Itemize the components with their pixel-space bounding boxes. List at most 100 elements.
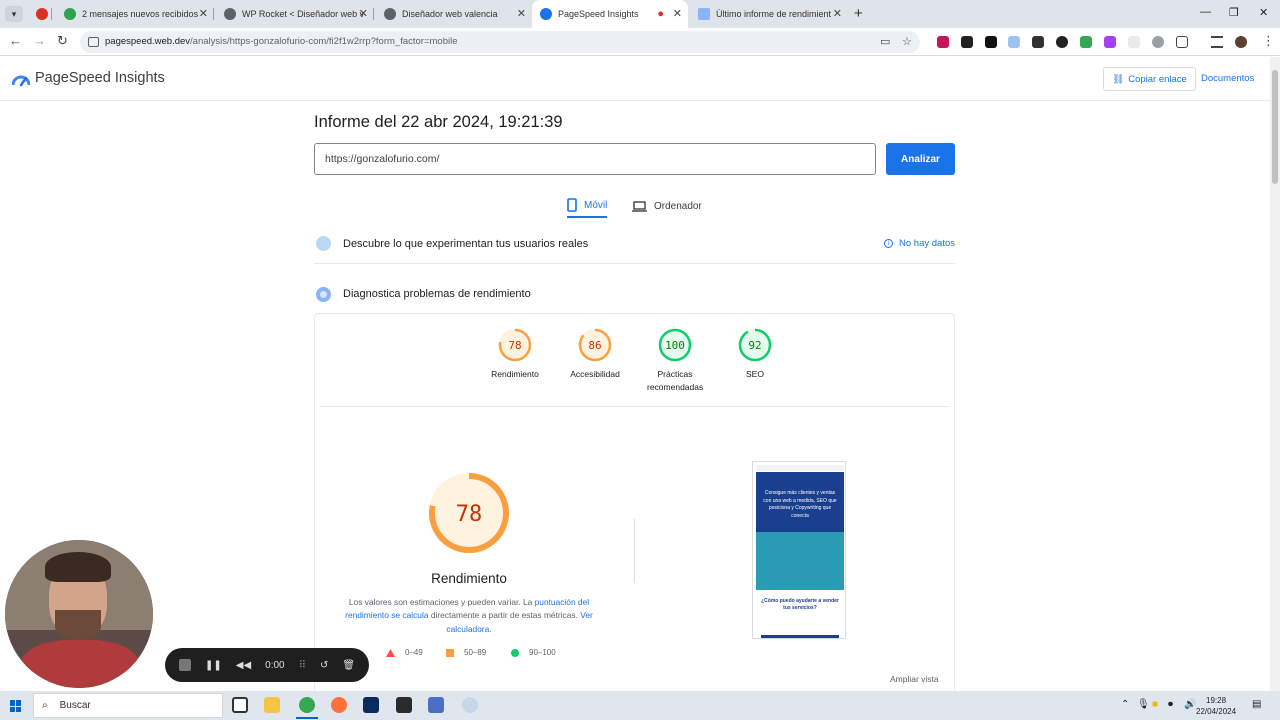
extensions-puzzle-icon[interactable]: [1176, 36, 1188, 48]
docs-link[interactable]: Documentos: [1201, 73, 1254, 84]
taskbar-search[interactable]: ⌕ Buscar: [33, 693, 223, 718]
pagespeed-icon: [540, 8, 552, 20]
legend-fail: 0–49: [386, 648, 423, 657]
task-view-icon[interactable]: [232, 697, 248, 713]
notes-app-icon[interactable]: [396, 697, 412, 713]
reload-button[interactable]: ↻: [57, 34, 68, 48]
performance-title: Rendimiento: [431, 571, 507, 586]
phone-status-bar: [756, 465, 844, 471]
volume-icon[interactable]: 🔊: [1184, 699, 1196, 710]
font-extension-icon[interactable]: [985, 36, 997, 48]
tab-title: Diseñador web valencia: [402, 9, 498, 19]
gray-extension-icon[interactable]: [1152, 36, 1164, 48]
address-bar[interactable]: pagespeed.web.dev/analysis/https-gonzalo…: [80, 31, 920, 53]
phone-hero-text: Consigue más clientes y ventas con una w…: [763, 490, 837, 519]
screenshot-extension-icon[interactable]: [1008, 36, 1020, 48]
expand-view-button[interactable]: Ampliar vista: [890, 674, 939, 684]
pause-icon[interactable]: ❚❚: [205, 660, 222, 671]
gauge-ring: 92: [738, 328, 772, 362]
drag-handle-icon[interactable]: ⠿: [299, 660, 306, 671]
tab-pagespeed[interactable]: PageSpeed Insights ● ✕: [532, 0, 688, 28]
extension-icon[interactable]: [937, 36, 949, 48]
dark-extension-icon[interactable]: [1056, 36, 1068, 48]
muted-extension-icon[interactable]: [1128, 36, 1140, 48]
forward-button[interactable]: →: [33, 34, 46, 48]
reading-list-icon[interactable]: [1211, 36, 1223, 48]
eyedropper-extension-icon[interactable]: [961, 36, 973, 48]
legend-average: 50–89: [446, 648, 486, 657]
browser-toolbar: ← → ↻ pagespeed.web.dev/analysis/https-g…: [0, 28, 1280, 56]
browser-tab-strip: ▾ 2 mensajes nuevos recibidos ✕ WP Rocke…: [0, 0, 1280, 28]
gauge-value: 78: [456, 502, 483, 527]
close-icon[interactable]: ✕: [517, 8, 526, 20]
taskbar-clock[interactable]: 19:28 22/04/2024: [1196, 695, 1236, 717]
windows-start-icon[interactable]: [10, 700, 22, 712]
minimize-button[interactable]: —: [1200, 6, 1211, 18]
real-users-section[interactable]: Descubre lo que experimentan tus usuario…: [314, 224, 955, 264]
site-info-icon[interactable]: [88, 37, 99, 47]
file-explorer-icon[interactable]: [264, 697, 280, 713]
score-gauge-performance[interactable]: 78 Rendimiento: [475, 328, 555, 381]
smartphone-icon: [567, 198, 577, 212]
profile-avatar[interactable]: [1235, 36, 1247, 48]
back-button[interactable]: ←: [9, 34, 22, 48]
url-input[interactable]: [314, 143, 876, 175]
close-icon[interactable]: ✕: [673, 8, 682, 20]
real-users-heading: Descubre lo que experimentan tus usuario…: [343, 237, 589, 250]
restore-button[interactable]: ❐: [1229, 6, 1239, 19]
firefox-icon[interactable]: [331, 697, 347, 713]
tab-search-button[interactable]: ▾: [5, 6, 23, 22]
microphone-icon[interactable]: 🎙: [1137, 699, 1150, 710]
diagnose-section: Diagnostica problemas de rendimiento: [314, 274, 955, 314]
url-host: pagespeed.web.dev: [105, 36, 191, 47]
browser-menu-icon[interactable]: ⋮: [1262, 34, 1275, 48]
gauge-value: 78: [508, 339, 521, 352]
record-icon: [36, 8, 48, 20]
new-tab-button[interactable]: +: [854, 5, 863, 22]
photoshop-icon[interactable]: [363, 697, 379, 713]
tab-ultimo-informe[interactable]: Último informe de rendimient ✕: [690, 0, 848, 28]
bookmark-star-icon[interactable]: ☆: [902, 35, 912, 48]
tab-wp-rocket[interactable]: WP Rocket < Diseñador web v ✕: [216, 0, 374, 28]
no-data-link[interactable]: i No hay datos: [884, 238, 955, 249]
color-extension-icon[interactable]: [1080, 36, 1092, 48]
snipping-tool-icon[interactable]: [462, 697, 478, 713]
app-window-icon[interactable]: [428, 697, 444, 713]
stop-recording-button[interactable]: [179, 659, 191, 671]
purple-extension-icon[interactable]: [1104, 36, 1116, 48]
tab-messages[interactable]: 2 mensajes nuevos recibidos ✕: [56, 0, 214, 28]
clock-date: 22/04/2024: [1196, 707, 1237, 716]
image-extension-icon[interactable]: [1032, 36, 1044, 48]
window-close-button[interactable]: ✕: [1259, 6, 1268, 19]
cast-icon[interactable]: ▭: [880, 35, 890, 48]
close-icon[interactable]: ✕: [199, 8, 208, 20]
score-gauge-seo[interactable]: 92 SEO: [715, 328, 795, 381]
tab-mobile[interactable]: Móvil: [567, 194, 608, 218]
mic-tray-icon[interactable]: ⏺: [1168, 699, 1173, 710]
scrollbar-thumb[interactable]: [1272, 70, 1278, 184]
legend-label: 90–100: [529, 648, 556, 657]
score-gauge-best-practices[interactable]: 100 Prácticas recomendadas: [635, 328, 715, 394]
gauge-ring: 86: [578, 328, 612, 362]
close-icon[interactable]: ✕: [833, 8, 842, 20]
rewind-icon[interactable]: ◀◀: [236, 660, 251, 671]
score-gauge-accessibility[interactable]: 86 Accesibilidad: [555, 328, 635, 381]
tab-disenador[interactable]: Diseñador web valencia ✕: [376, 0, 532, 28]
tab-title: Último informe de rendimient: [716, 9, 832, 19]
restart-icon[interactable]: ↺: [320, 660, 328, 671]
notifications-icon[interactable]: ▤: [1252, 699, 1261, 710]
folder-tray-icon[interactable]: ■: [1152, 699, 1158, 710]
analyze-button[interactable]: Analizar: [886, 143, 955, 175]
trash-icon[interactable]: 🗑: [342, 660, 355, 671]
tray-overflow-icon[interactable]: ⌃: [1121, 699, 1129, 710]
close-icon[interactable]: ✕: [359, 8, 368, 20]
tab-desktop[interactable]: Ordenador: [632, 194, 702, 218]
tab-desktop-label: Ordenador: [654, 200, 702, 212]
phone-footer-bar: [761, 635, 839, 638]
tab-pinned-recording[interactable]: [28, 0, 52, 28]
chrome-icon[interactable]: [299, 697, 315, 713]
webcam-overlay: [5, 540, 153, 688]
copy-link-button[interactable]: ⛓ Copiar enlace: [1103, 67, 1196, 91]
report-title: Informe del 22 abr 2024, 19:21:39: [314, 113, 563, 131]
address-url[interactable]: pagespeed.web.dev/analysis/https-gonzalo…: [105, 36, 458, 47]
